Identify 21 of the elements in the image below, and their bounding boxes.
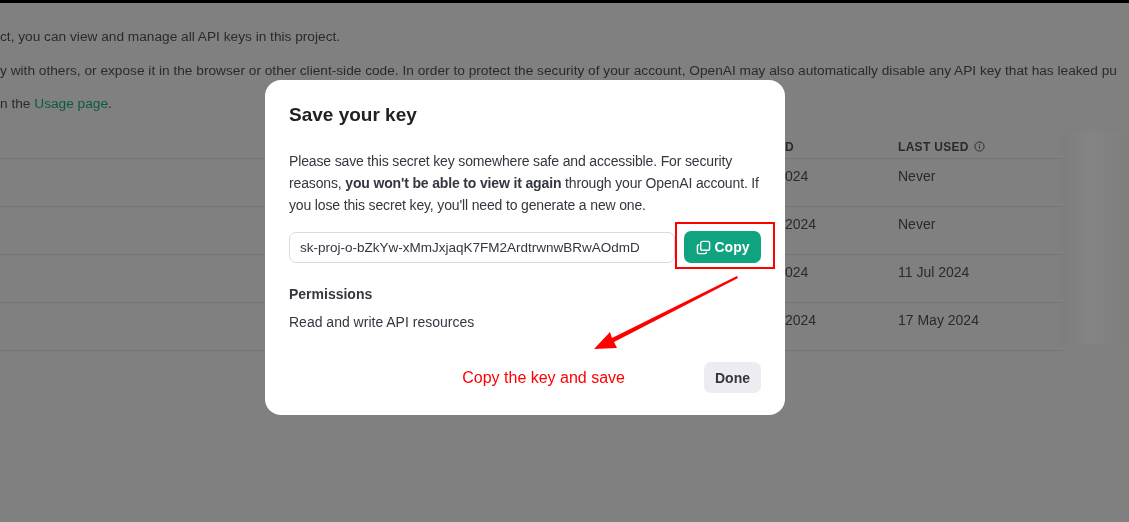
column-header: LAST USED (898, 139, 969, 154)
column-header: D (785, 139, 795, 154)
table-cell-text: 17 May 2024 (898, 310, 980, 328)
key-field[interactable]: sk-proj-o-bZkYw-xMmJxjaqK7FM2ArdtrwnwBRwAOdmD (289, 231, 675, 263)
permissions-heading: Permissions (289, 286, 374, 302)
table-cell-text: 024 (785, 262, 810, 280)
copy-icon (695, 239, 711, 255)
done-button[interactable]: Done (704, 362, 761, 393)
description-text: y with others, or expose it in the browser or other client-side code. In order to protect the security of your account, OpenAI may also automatically disable any API key that has leaked pu (0, 61, 1118, 80)
table-cell-text: 2024 (785, 310, 818, 328)
dialog-message: Please save this secret key somewhere safe and accessible. For security reasons, you won't be able to view it again through your OpenAI account. If you lose this secret key, you'll need to generate a new one. (289, 152, 760, 215)
table-cell-text: 2024 (785, 214, 818, 232)
permissions-text: Read and write API resources (289, 314, 476, 330)
table-cell-text: 024 (785, 166, 810, 184)
table-cell-text: Never (898, 166, 937, 184)
table-cell-text: 11 Jul 2024 (898, 262, 971, 280)
description-text: ct, you can view and manage all API keys in this project. (0, 28, 342, 46)
info-icon (973, 141, 985, 152)
table-cell-text: Never (898, 214, 937, 232)
annotation-text: Copy the key and save (462, 368, 625, 387)
dialog-title: Save your key (289, 103, 418, 127)
